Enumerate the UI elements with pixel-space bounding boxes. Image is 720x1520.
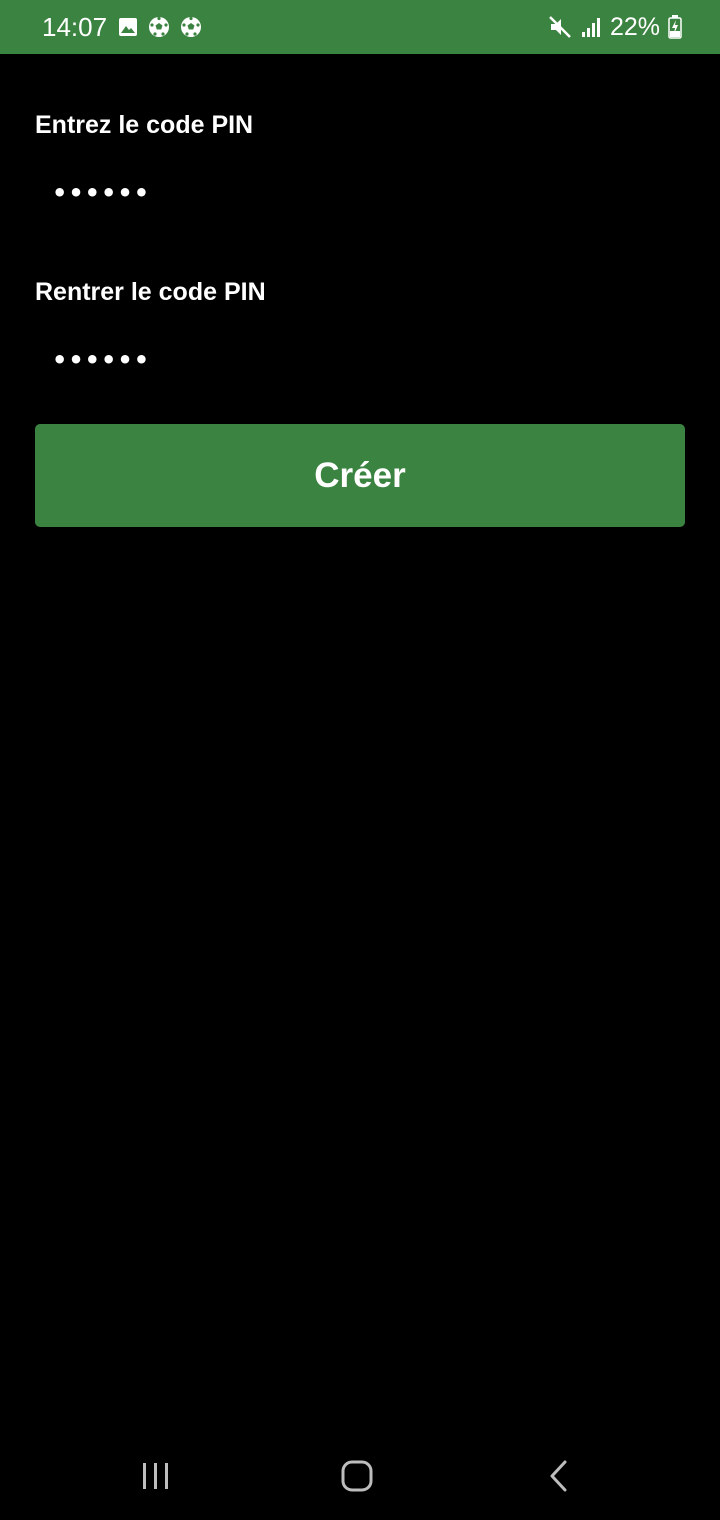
soccer-ball-icon [180, 16, 202, 38]
pin-input[interactable] [36, 168, 676, 218]
navigation-bar [0, 1436, 720, 1520]
confirm-pin-input[interactable] [36, 335, 676, 385]
home-button[interactable] [322, 1454, 392, 1502]
home-icon [340, 1460, 374, 1497]
signal-icon [580, 16, 602, 38]
create-button[interactable]: Créer [35, 424, 685, 527]
back-button[interactable] [524, 1454, 594, 1502]
notification-icons [118, 14, 202, 40]
confirm-pin-label: Rentrer le code PIN [35, 278, 266, 306]
system-status-icons: 22% [548, 10, 682, 44]
soccer-ball-icon [148, 16, 170, 38]
image-icon [118, 17, 138, 37]
battery-charging-icon [668, 15, 682, 39]
recents-icon [140, 1461, 172, 1496]
pin-creation-screen: 14:07 22% Entrez le code PIN •••••• Rent… [0, 0, 720, 1520]
battery-percent: 22% [609, 13, 660, 41]
mute-icon [548, 15, 572, 39]
pin-label: Entrez le code PIN [35, 111, 254, 139]
status-bar: 14:07 22% [0, 0, 720, 54]
status-time: 14:07 [42, 12, 108, 42]
back-icon [547, 1459, 571, 1498]
recents-button[interactable] [121, 1454, 191, 1502]
